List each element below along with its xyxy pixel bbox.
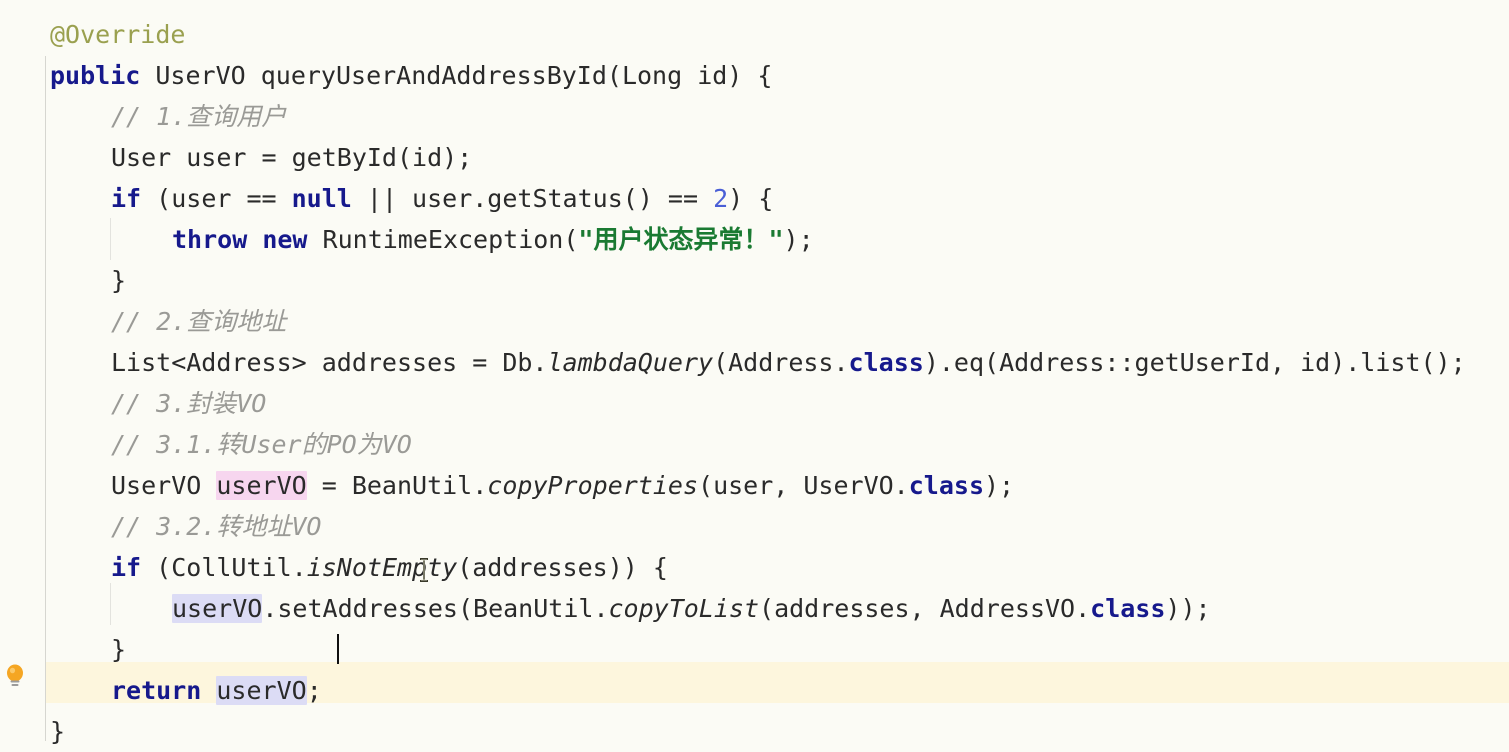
text-caret	[336, 634, 339, 664]
code-token-comment: // 1.查询用户	[111, 102, 287, 131]
code-token-keyword: class	[908, 471, 984, 500]
code-token-keyword: if	[111, 184, 142, 213]
code-token-keyword: null	[291, 184, 352, 213]
code-token-plain: ).eq(Address::getUserId, id).list();	[923, 348, 1466, 377]
code-token-keyword: public	[50, 61, 141, 90]
code-token-number: 2	[713, 184, 729, 213]
code-token-comment: // 3.2.转地址VO	[111, 512, 322, 541]
code-token-plain: (addresses)) {	[457, 553, 668, 582]
code-token-comment: // 2.查询地址	[111, 307, 287, 336]
code-line[interactable]: if (user == null || user.getStatus() == …	[0, 178, 773, 219]
lightbulb-intention-icon[interactable]	[3, 663, 27, 689]
code-token-static-method: lambdaQuery	[547, 348, 714, 377]
code-token-plain: || user.getStatus() ==	[351, 184, 714, 213]
code-line[interactable]: User user = getById(id);	[0, 137, 472, 178]
code-token-plain: );	[984, 471, 1015, 500]
code-token-plain: (Address.	[713, 348, 849, 377]
code-token-plain: (CollUtil.	[141, 553, 307, 582]
code-line[interactable]: UserVO userVO = BeanUtil.copyProperties(…	[0, 465, 1014, 506]
code-line[interactable]: userVO.setAddresses(BeanUtil.copyToList(…	[0, 588, 1211, 629]
code-token-plain: List<Address> addresses = Db.	[111, 348, 548, 377]
code-token-plain: }	[111, 635, 127, 664]
code-token-comment: // 3.封装VO	[111, 389, 267, 418]
code-token-plain: User user = getById(id);	[111, 143, 473, 172]
code-token-comment: // 3.1.转User的PO为VO	[111, 430, 412, 459]
code-line[interactable]: List<Address> addresses = Db.lambdaQuery…	[0, 342, 1466, 383]
code-token-keyword: class	[848, 348, 924, 377]
code-line[interactable]: return userVO;	[0, 670, 322, 711]
code-token-plain: (addresses, AddressVO.	[759, 594, 1091, 623]
code-token-plain: ));	[1165, 594, 1211, 623]
text-ibeam-cursor	[418, 558, 430, 582]
code-token-keyword: throw	[172, 225, 248, 254]
code-token-keyword: class	[1090, 594, 1166, 623]
code-token-keyword: new	[262, 225, 308, 254]
code-token-string: "用户状态异常！"	[578, 225, 784, 254]
code-content[interactable]: @Override public UserVO queryUserAndAddre…	[0, 0, 1509, 746]
code-token-plain: .setAddresses(BeanUtil.	[262, 594, 609, 623]
code-token-plain: userVO	[216, 471, 307, 500]
code-token-plain: }	[111, 266, 127, 295]
code-token-keyword: if	[111, 553, 142, 582]
code-token-plain: userVO	[216, 676, 307, 705]
code-token-plain: (user, UserVO.	[698, 471, 909, 500]
code-token-plain: userVO	[172, 594, 263, 623]
code-line[interactable]: if (CollUtil.isNotEmpty(addresses)) {	[0, 547, 668, 588]
code-token-static-method: copyToList	[608, 594, 760, 623]
code-line[interactable]: // 3.2.转地址VO	[0, 506, 321, 547]
code-token-plain: UserVO	[111, 471, 217, 500]
code-token-annotation: @Override	[50, 20, 186, 49]
code-token-plain: UserVO queryUserAndAddressById(Long id) …	[140, 61, 773, 90]
code-token-plain: ;	[306, 676, 322, 705]
code-token-static-method: isNotEmpty	[306, 553, 458, 582]
editor-gutter[interactable]	[0, 0, 45, 741]
code-token-keyword: return	[111, 676, 202, 705]
code-line[interactable]: public UserVO queryUserAndAddressById(Lo…	[0, 55, 772, 96]
code-token-plain: }	[50, 717, 66, 746]
code-token-plain: (user ==	[141, 184, 292, 213]
code-editor[interactable]: @Override public UserVO queryUserAndAddre…	[0, 0, 1509, 746]
code-line[interactable]: // 3.1.转User的PO为VO	[0, 424, 412, 465]
code-token-plain: = BeanUtil.	[306, 471, 488, 500]
code-token-plain: ) {	[728, 184, 774, 213]
code-token-plain: RuntimeException(	[307, 225, 579, 254]
code-token-plain: );	[783, 225, 814, 254]
code-line[interactable]: throw new RuntimeException("用户状态异常！");	[0, 219, 814, 260]
code-token-static-method: copyProperties	[487, 471, 699, 500]
